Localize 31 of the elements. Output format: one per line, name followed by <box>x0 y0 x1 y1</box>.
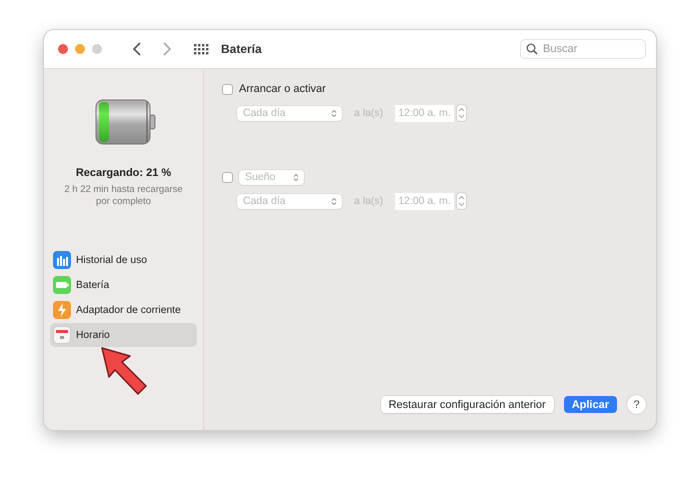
checkbox[interactable] <box>222 84 233 94</box>
search-field[interactable]: Buscar <box>520 39 646 59</box>
battery-icon <box>53 276 71 294</box>
calendar-icon <box>53 326 71 344</box>
search-icon <box>526 43 538 55</box>
sidebar-item[interactable]: Historial de uso <box>50 248 197 272</box>
updown-arrows-icon <box>293 172 299 182</box>
checkbox[interactable] <box>222 172 233 182</box>
sidebar-item[interactable]: Batería <box>50 273 197 297</box>
restore-button[interactable]: Restaurar configuración anterior <box>380 396 554 413</box>
battery-icon <box>94 99 156 145</box>
charge-time-text: 2 h 22 min hasta recargarse por completo <box>63 184 184 208</box>
time-stepper[interactable] <box>456 104 468 122</box>
time-stepper[interactable] <box>456 192 468 210</box>
checkbox-label: Arrancar o activar <box>239 83 326 95</box>
grid-icon[interactable] <box>194 44 209 54</box>
minimize-button[interactable] <box>75 44 85 54</box>
close-button[interactable] <box>58 44 68 54</box>
updown-arrows-icon <box>331 196 337 206</box>
usage-chart-icon <box>53 251 71 269</box>
window-title: Batería <box>221 42 262 56</box>
updown-arrows-icon <box>331 108 337 118</box>
forward-icon[interactable] <box>162 41 172 57</box>
zoom-button[interactable] <box>92 44 102 54</box>
charging-status: Recargando: 21 % <box>74 167 172 179</box>
sidebar-item[interactable]: Adaptador de corriente <box>50 298 197 322</box>
help-button[interactable]: ? <box>627 395 646 414</box>
lightning-bolt-icon <box>53 301 71 319</box>
apply-button[interactable]: Aplicar <box>564 396 617 413</box>
sidebar-item[interactable]: Horario <box>50 323 197 347</box>
back-icon[interactable] <box>132 41 142 57</box>
